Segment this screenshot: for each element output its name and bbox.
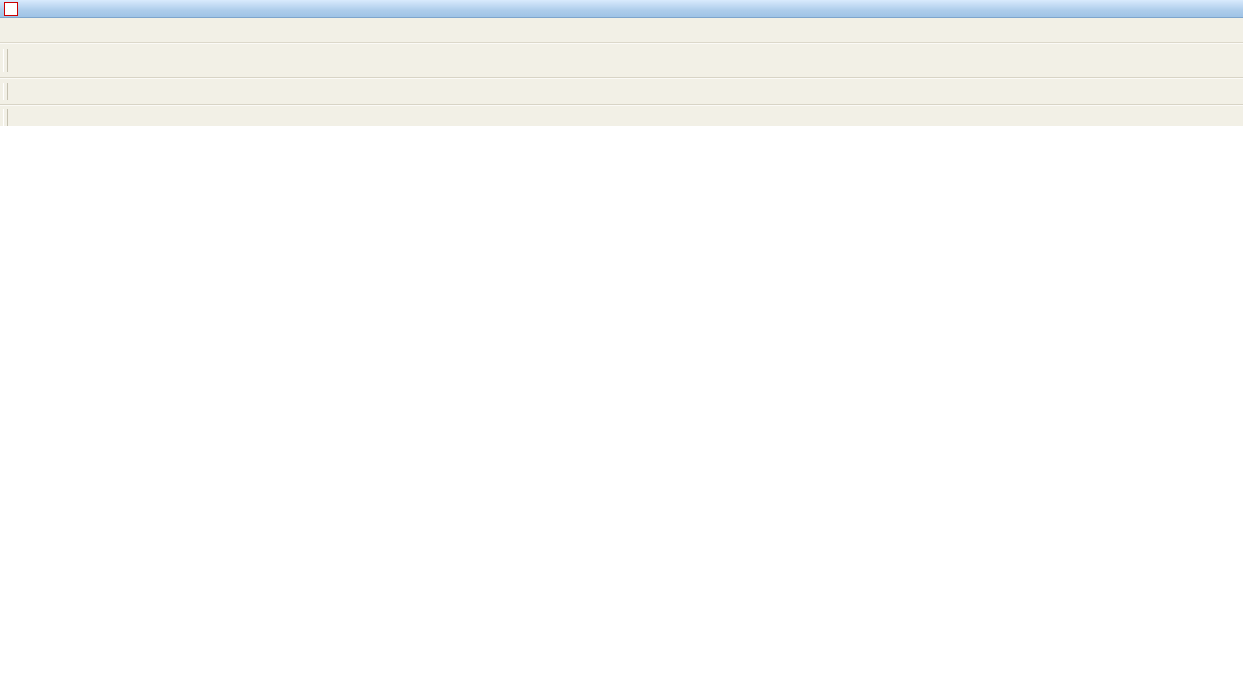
- chart-canvas[interactable]: [0, 126, 1243, 680]
- menu-bar: [0, 18, 1243, 43]
- title-bar: [0, 0, 1243, 18]
- toolbar-main: [0, 43, 1243, 78]
- chart-area[interactable]: [0, 126, 1243, 680]
- menu-logo-icon: [7, 24, 20, 37]
- app-logo-icon: [4, 2, 18, 16]
- application-window: [0, 0, 1243, 130]
- toolbar-view: [0, 78, 1243, 105]
